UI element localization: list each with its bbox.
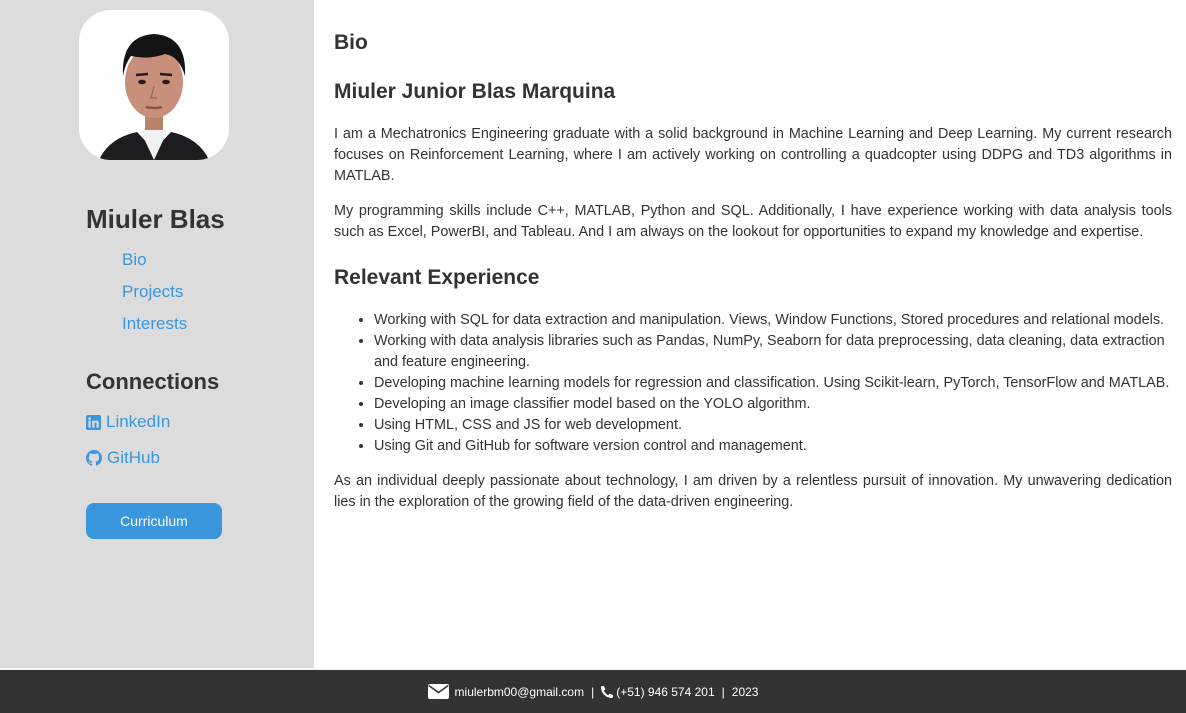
bio-paragraph-1: I am a Mechatronics Engineering graduate… — [334, 126, 1172, 184]
github-icon — [86, 450, 102, 466]
list-item: Developing machine learning models for r… — [374, 373, 1172, 394]
list-item: Working with data analysis libraries suc… — [374, 331, 1172, 373]
bio-heading: Bio — [334, 31, 368, 54]
profile-photo — [79, 10, 229, 160]
curriculum-button[interactable]: Curriculum — [86, 503, 222, 539]
sidebar-item-bio: Bio — [122, 248, 187, 280]
experience-list: Working with SQL for data extraction and… — [334, 310, 1172, 457]
linkedin-icon — [86, 414, 101, 430]
list-item: Using Git and GitHub for software versio… — [374, 436, 1172, 457]
sidebar: Miuler Blas Bio Projects Interests Conne… — [0, 0, 314, 668]
footer-separator: | — [591, 684, 595, 699]
list-item: Developing an image classifier model bas… — [374, 394, 1172, 415]
nav-link-bio[interactable]: Bio — [122, 250, 147, 269]
linkedin-link[interactable]: LinkedIn — [86, 412, 170, 432]
nav-link-projects[interactable]: Projects — [122, 282, 183, 301]
github-label: GitHub — [107, 448, 160, 467]
phone-text: (+51) 946 574 201 — [616, 684, 715, 699]
email-text: miulerbm00@gmail.com — [454, 684, 585, 699]
connections-title: Connections — [86, 369, 220, 394]
sidebar-nav: Bio Projects Interests — [122, 248, 187, 344]
nav-link-interests[interactable]: Interests — [122, 314, 187, 333]
bio-paragraph-2: My programming skills include C++, MATLA… — [334, 203, 1172, 240]
linkedin-label: LinkedIn — [106, 412, 171, 431]
closing-paragraph: As an individual deeply passionate about… — [334, 473, 1172, 510]
sidebar-item-projects: Projects — [122, 280, 187, 312]
list-item: Working with SQL for data extraction and… — [374, 310, 1172, 331]
full-name-heading: Miuler Junior Blas Marquina — [334, 80, 616, 103]
footer-separator: | — [721, 684, 725, 699]
experience-heading: Relevant Experience — [334, 266, 540, 289]
list-item: Using HTML, CSS and JS for web developme… — [374, 415, 1172, 436]
footer-email[interactable]: miulerbm00@gmail.com — [427, 684, 585, 699]
avatar — [79, 10, 229, 160]
phone-icon — [601, 685, 614, 698]
envelope-icon — [427, 684, 449, 699]
sidebar-item-interests: Interests — [122, 312, 187, 344]
footer: miulerbm00@gmail.com | (+51) 946 574 201… — [0, 670, 1186, 713]
footer-phone: (+51) 946 574 201 — [601, 684, 715, 699]
profile-name: Miuler Blas — [86, 204, 225, 234]
github-link[interactable]: GitHub — [86, 448, 160, 468]
footer-year: 2023 — [731, 684, 759, 699]
